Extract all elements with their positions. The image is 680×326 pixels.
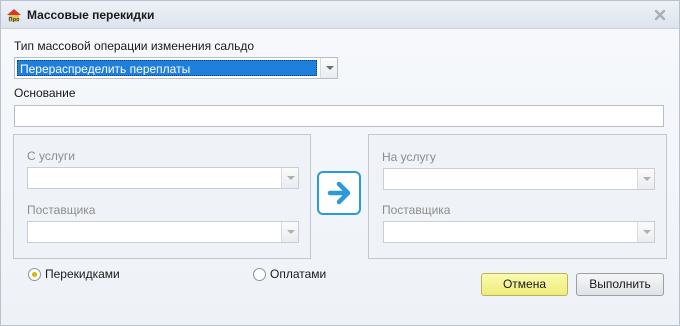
to-group: На услугу Поставщика	[368, 134, 667, 259]
to-supplier-select[interactable]	[383, 221, 655, 243]
from-service-value	[30, 170, 278, 186]
close-icon[interactable]	[652, 7, 668, 23]
operation-type-label: Тип массовой операции изменения сальдо	[14, 39, 255, 53]
from-service-label: С услуги	[27, 149, 75, 163]
title-bar: Про Массовые перекидки	[1, 1, 679, 29]
chevron-down-icon[interactable]	[281, 222, 298, 242]
chevron-down-icon[interactable]	[637, 222, 654, 242]
from-supplier-select[interactable]	[27, 221, 299, 243]
radio-transfers-label: Перекидками	[45, 267, 120, 281]
basis-label: Основание	[14, 86, 76, 100]
to-service-value	[386, 171, 634, 187]
cancel-button[interactable]: Отмена	[481, 273, 568, 296]
from-group: С услуги Поставщика	[13, 134, 311, 259]
dialog-window: Про Массовые перекидки Тип массовой опер…	[0, 0, 680, 326]
execute-button[interactable]: Выполнить	[576, 273, 664, 296]
window-title: Массовые перекидки	[27, 8, 155, 22]
to-service-select[interactable]	[383, 168, 655, 190]
operation-type-select[interactable]: Перераспределить переплаты	[14, 57, 338, 79]
house-icon: Про	[7, 9, 21, 23]
to-service-label: На услугу	[382, 150, 436, 164]
app-icon-text: Про	[8, 17, 20, 23]
chevron-down-icon[interactable]	[281, 168, 298, 188]
from-supplier-label: Поставщика	[27, 203, 96, 217]
basis-input[interactable]	[14, 105, 664, 127]
operation-type-value: Перераспределить переплаты	[17, 60, 317, 76]
arrow-right-icon	[327, 181, 351, 205]
to-supplier-value	[386, 224, 634, 240]
chevron-down-icon[interactable]	[637, 169, 654, 189]
from-service-select[interactable]	[27, 167, 299, 189]
radio-unchecked-icon[interactable]	[253, 268, 266, 281]
transfer-button[interactable]	[317, 171, 361, 215]
chevron-down-icon[interactable]	[320, 58, 337, 78]
radio-checked-icon[interactable]	[28, 268, 41, 281]
to-supplier-label: Поставщика	[382, 203, 451, 217]
radio-payments-label: Оплатами	[270, 267, 327, 281]
from-supplier-value	[30, 224, 278, 240]
